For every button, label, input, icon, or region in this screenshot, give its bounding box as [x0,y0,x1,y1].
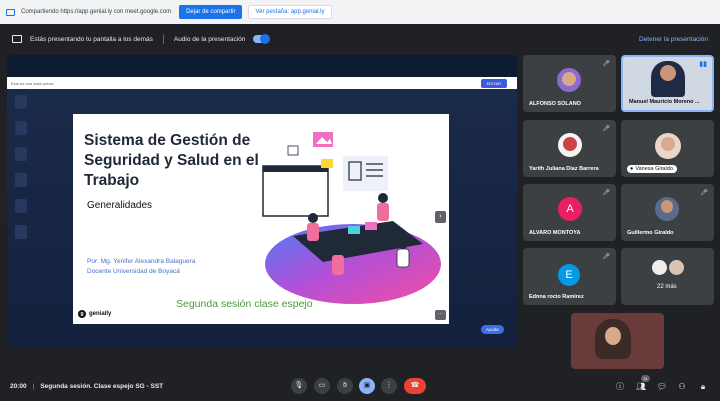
slide: Sistema de Gestión de Seguridad y Salud … [73,114,449,324]
participant-tile[interactable]: 🎤︎ Guillermo Giraldo [621,184,714,241]
present-icon [12,35,22,43]
slide-title: Sistema de Gestión de Seguridad y Salud … [84,132,259,189]
hand-icon: ✋︎ [343,382,347,389]
participant-photo [655,133,681,159]
mic-off-icon: 🎤︎ [700,190,708,196]
activities-icon[interactable]: ⚇ [676,381,688,393]
more-vert-icon: ⋮ [385,382,393,389]
mic-off-icon: 🎤︎ [602,254,610,260]
author-affiliation: Docente Universidad de Boyacá [87,268,180,275]
present-button[interactable]: ▣ [359,378,375,394]
participant-avatar: A [558,197,582,221]
clock: 20:00 [10,383,27,390]
slide-subtitle: Generalidades [87,200,153,211]
participant-avatar: E [558,264,580,286]
mic-off-icon: ● [630,166,634,172]
participant-name-chip: ● Vanesa Giraldo. [627,165,678,173]
chat-icon[interactable]: 💬︎ [656,381,668,393]
present-screen-icon: ▣ [363,382,371,389]
mic-off-icon: 🎤︎ [602,61,610,67]
audio-label: Audio de la presentación [173,35,246,43]
self-view[interactable] [571,313,664,369]
share-bar: Compartiendo https://app.genial.ly con m… [0,0,720,24]
participant-tile[interactable]: A 🎤︎ ALVARO MONTOYA [523,184,616,241]
participant-name: Manuel Mauricio Moreno ... [629,99,700,105]
participant-photo [558,133,582,157]
meeting-name: Segunda sesión. Clase espejo SG - SST [40,383,164,390]
edit-button[interactable]: EDITAR [480,78,507,88]
microphone-button[interactable]: 🎙︎ [291,378,307,394]
self-video [595,319,631,359]
speaking-icon: ▮▮ [699,61,707,68]
share-status-text: Compartiendo https://app.genial.ly con m… [21,9,172,15]
raise-hand-button[interactable]: ✋︎ [337,378,353,394]
participant-tile[interactable]: ● Vanesa Giraldo. [621,120,714,177]
preview-notice: Esto es una vista previa [11,80,54,86]
preview-bar: Esto es una vista previa EDITAR [7,77,517,89]
participant-tile-active-speaker[interactable]: ▮▮ Manuel Mauricio Moreno ... [621,55,714,112]
participant-tile[interactable]: 🎤︎ Yarith Juliana Díaz Barrera [523,120,616,177]
microphone-icon: 🎙︎ [294,382,304,389]
view-tab-button[interactable]: Ver pestaña: app.genial.ly [248,5,332,19]
slide-author: Por: Mg. Yenifer Alexandra Balaguera Doc… [87,257,195,277]
author-name: Por: Mg. Yenifer Alexandra Balaguera [87,258,196,265]
slide-menu-button[interactable]: ··· [435,310,446,320]
help-button[interactable]: Ayuda [481,325,504,334]
info-icon[interactable]: ⓘ [614,381,626,393]
mic-off-icon: 🎤︎ [602,126,610,132]
divider [162,34,164,44]
camera-button[interactable]: ▭ [314,378,330,394]
participant-photo [655,197,679,221]
more-count: 22 más [657,284,677,290]
participant-name: Ednna rocio Ramirez [529,294,584,300]
genially-logo-text: genially [89,311,112,317]
stop-sharing-button[interactable]: Dejar de compartir [179,5,243,19]
presentation-stage: Esto es una vista previa EDITAR Sistema … [7,55,517,347]
editor-sidebar [15,95,33,295]
separator: | [32,383,35,390]
presenting-text: Estás presentando tu pantalla a los demá… [30,35,153,43]
end-call-icon: ☎︎ [410,382,420,389]
host-controls-icon[interactable]: 🔒︎ [697,381,709,393]
mic-off-icon: 🎤︎ [602,190,610,196]
participant-photo [557,68,581,92]
participant-tile[interactable]: 🎤︎ ALFONSO SOLANO [523,55,616,112]
camera-icon: ▭ [318,382,326,389]
stop-presenting-button[interactable]: Detener la presentación [639,36,708,43]
participant-name: ALFONSO SOLANO [529,101,581,107]
more-participants-tile[interactable]: 22 más [621,248,714,305]
audio-toggle[interactable] [253,34,271,44]
participant-name: Guillermo Giraldo [627,230,674,236]
participant-thumb [669,260,684,275]
teamwork-illustration [262,132,441,304]
people-icon[interactable]: 👥︎ [635,381,647,393]
screen-share-icon [6,8,15,16]
genially-logo-icon: g [78,310,86,318]
participant-thumb [652,260,667,275]
participant-name: Vanesa Giraldo. [635,166,675,172]
leave-call-button[interactable]: ☎︎ [404,378,426,394]
more-options-button[interactable]: ⋮ [381,378,397,394]
presenting-bar: Estás presentando tu pantalla a los demá… [0,30,720,48]
participant-tile[interactable]: E 🎤︎ Ednna rocio Ramirez [523,248,616,305]
people-count-badge: 31 [641,375,650,382]
participant-name: Yarith Juliana Díaz Barrera [529,166,599,172]
participant-name: ALVARO MONTOYA [529,230,581,236]
next-slide-button[interactable]: › [435,211,446,223]
genially-logo: g genially [78,310,111,318]
participant-video [651,61,685,97]
